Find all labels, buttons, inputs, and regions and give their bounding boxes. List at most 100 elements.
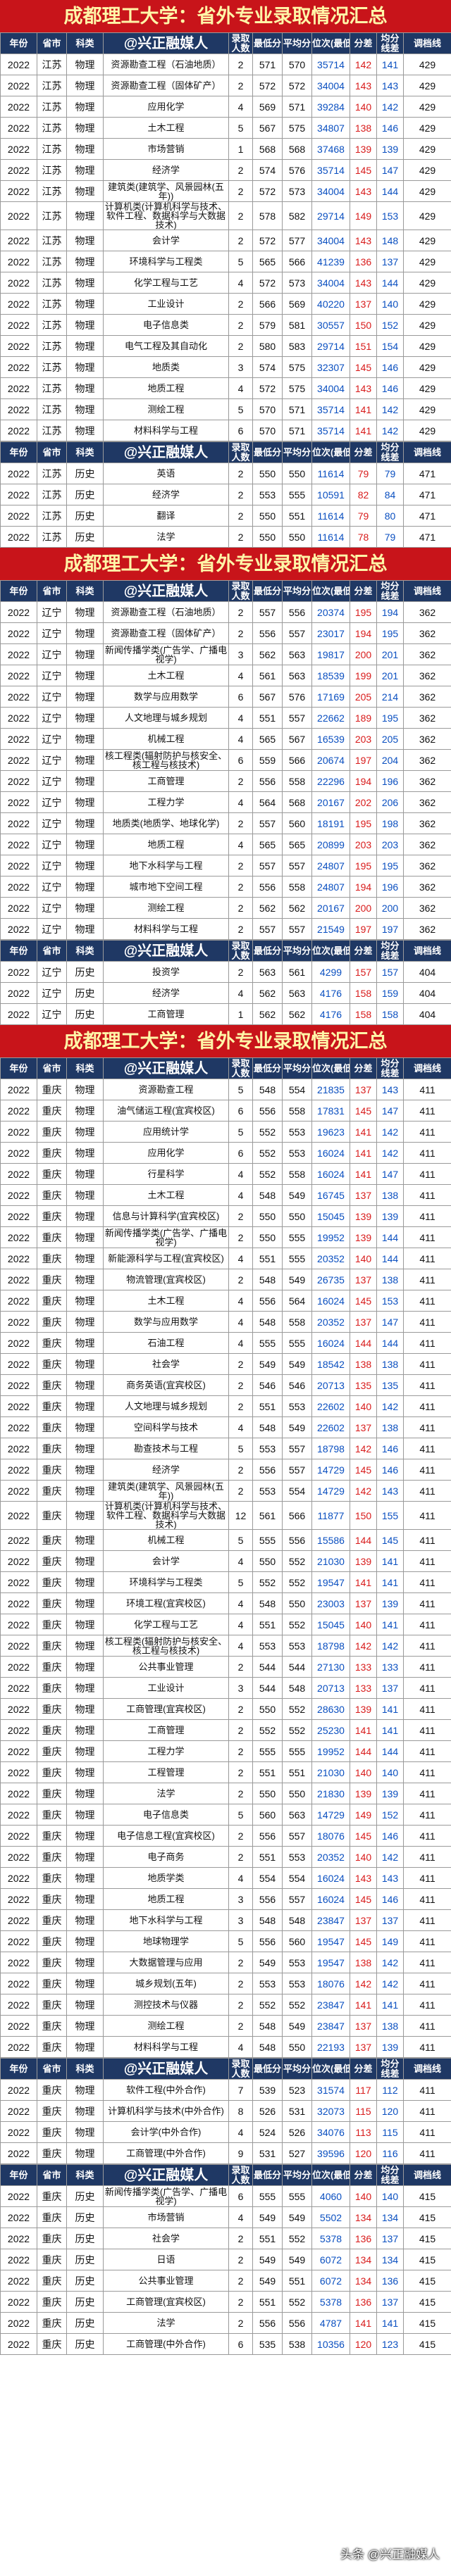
table-cell: 新闻传播学类(广告学、广播电视学) (103, 2185, 229, 2207)
table-cell: 机械工程 (103, 1529, 229, 1551)
column-header: 均分 线差 (376, 940, 404, 962)
table-row: 2022 重庆 物理 物流管理(宜宾校区) 2 548 549 26735 137 138 411 (0, 1269, 451, 1290)
table-cell: 2022 (0, 961, 37, 983)
table-cell: 4 (228, 707, 253, 729)
table-cell: 16024 (311, 1867, 350, 1889)
table-cell: 570 (252, 398, 283, 420)
table-cell: 辽宁 (37, 728, 67, 750)
table-row: 2022 重庆 物理 环境科学与工程类 5 552 552 19547 141 141 411 (0, 1571, 451, 1593)
table-cell: 138 (376, 2015, 404, 2037)
table-cell: 11614 (311, 526, 350, 548)
table-cell: 江苏 (37, 230, 67, 251)
table-cell: 157 (350, 961, 377, 983)
table-cell: 200 (350, 643, 377, 665)
table-cell: 548 (252, 1269, 283, 1290)
column-header: 平均分 (282, 2164, 312, 2186)
table-cell: 142 (376, 1846, 404, 1868)
table-cell: 143 (350, 75, 377, 96)
table-cell: 2022 (0, 982, 37, 1004)
table-cell: 历史 (66, 2312, 104, 2334)
table-cell: 565 (252, 834, 283, 855)
table-cell: 21835 (311, 1079, 350, 1100)
table-cell: 556 (252, 1888, 283, 1910)
table-cell: 物理 (66, 1163, 104, 1185)
table-cell: 5 (228, 1804, 253, 1826)
table-cell: 138 (376, 1269, 404, 1290)
table-cell: 2022 (0, 770, 37, 792)
table-cell: 2022 (0, 1740, 37, 1762)
table-cell: 重庆 (37, 1825, 67, 1847)
table-row: 2022 辽宁 物理 地下水科学与工程 2 557 557 24807 195 195 362 (0, 855, 451, 877)
table-cell: 429 (403, 180, 451, 202)
table-cell: 115 (350, 2100, 377, 2122)
table-cell: 辽宁 (37, 749, 67, 771)
table-cell: 2 (228, 2015, 253, 2037)
table-cell: 物理 (66, 1592, 104, 1614)
table-cell: 4 (228, 96, 253, 118)
column-header: 科类 (66, 32, 104, 54)
table-cell: 411 (403, 2142, 451, 2164)
table-cell: 133 (350, 1656, 377, 1678)
column-header: 分差 (350, 32, 377, 54)
table-cell: 27130 (311, 1656, 350, 1678)
table-row: 2022 江苏 历史 法学 2 550 550 11614 78 79 471 (0, 526, 451, 548)
table-cell: 历史 (66, 2291, 104, 2313)
table-cell: 120 (350, 2142, 377, 2164)
table-cell: 138 (376, 1184, 404, 1206)
table-cell: 197 (376, 918, 404, 940)
table-row: 2022 辽宁 物理 人文地理与城乡规划 4 551 557 22662 189 195 362 (0, 707, 451, 729)
table-cell: 134 (350, 2270, 377, 2292)
column-header: 平均分 (282, 580, 312, 602)
table-cell: 2022 (0, 1973, 37, 1994)
table-cell: 地质工程 (103, 1888, 229, 1910)
table-cell: 重庆 (37, 1952, 67, 1973)
table-cell: 579 (252, 314, 283, 336)
table-cell: 411 (403, 1438, 451, 1459)
table-cell: 567 (252, 117, 283, 139)
table-cell: 556 (252, 622, 283, 644)
table-cell: 549 (282, 2015, 312, 2037)
table-cell: 重庆 (37, 2079, 67, 2101)
table-cell: 577 (282, 230, 312, 251)
table-cell: 材料科学与工程 (103, 918, 229, 940)
table-cell: 22296 (311, 770, 350, 792)
table-row: 2022 辽宁 物理 地质类(地质学、地球化学) 2 557 560 18191 195 198 3… (0, 812, 451, 834)
table-cell: 526 (252, 2100, 283, 2122)
table-cell: 411 (403, 2100, 451, 2122)
column-header: 省市 (37, 940, 67, 962)
brand-header: @兴正融媒人 (103, 2164, 229, 2186)
table-cell: 核工程类(辐射防护与核安全、核工程与核技术) (103, 1635, 229, 1657)
table-cell: 548 (282, 1909, 312, 1931)
table-cell: 556 (282, 601, 312, 623)
table-cell: 526 (282, 2121, 312, 2143)
table-cell: 8 (228, 2100, 253, 2122)
table-row: 2022 重庆 物理 公共事业管理 2 544 544 27130 133 133 411 (0, 1656, 451, 1678)
column-header: 分差 (350, 940, 377, 962)
table-cell: 2022 (0, 356, 37, 378)
table-row: 2022 辽宁 物理 资源勘查工程（石油地质） 2 557 556 20374 195 194 36… (0, 601, 451, 623)
table-cell: 2 (228, 2228, 253, 2249)
table-row: 2022 重庆 历史 市场营销 4 549 549 5502 134 134 415 (0, 2206, 451, 2228)
table-cell: 429 (403, 420, 451, 441)
table-cell: 566 (282, 1501, 312, 1530)
table-row: 2022 重庆 物理 材料科学与工程 4 548 550 22193 137 139 411 (0, 2036, 451, 2058)
table-cell: 重庆 (37, 1719, 67, 1741)
table-cell: 2 (228, 484, 253, 505)
table-cell: 23847 (311, 1909, 350, 1931)
table-cell: 362 (403, 749, 451, 771)
table-row: 2022 江苏 物理 资源勘查工程（固体矿产） 2 572 572 34004 143 143 42… (0, 75, 451, 96)
table-cell: 江苏 (37, 505, 67, 527)
table-cell: 553 (252, 1480, 283, 1502)
table-cell: 141 (376, 54, 404, 75)
table-cell: 558 (282, 1311, 312, 1333)
table-cell: 2022 (0, 526, 37, 548)
table-row: 2022 重庆 物理 电子信息工程(宜宾校区) 2 556 557 18076 145 146 41… (0, 1825, 451, 1847)
table-cell: 物理 (66, 356, 104, 378)
column-header: 年份 (0, 940, 37, 962)
table-cell: 物理 (66, 201, 104, 230)
table-cell: 203 (350, 834, 377, 855)
table-cell: 141 (376, 1698, 404, 1720)
table-cell: 139 (376, 1205, 404, 1227)
table-cell: 江苏 (37, 463, 67, 484)
table-cell: 社会学 (103, 2228, 229, 2249)
